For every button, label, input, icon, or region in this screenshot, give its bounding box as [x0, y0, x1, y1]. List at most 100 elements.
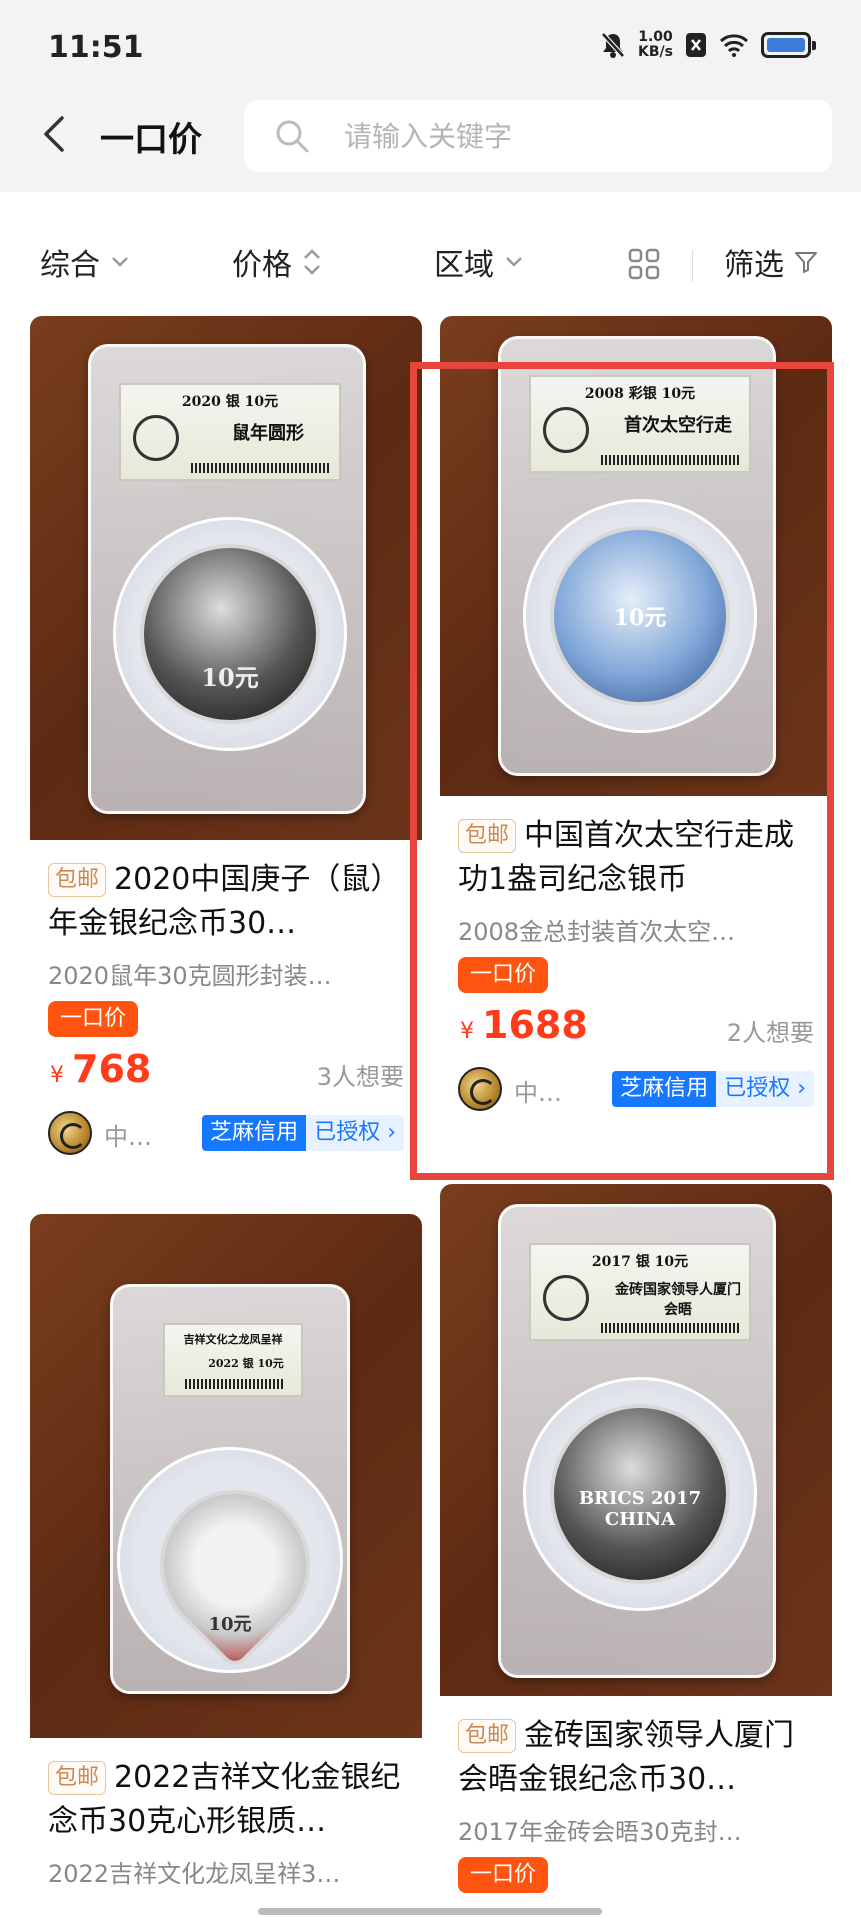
grid-view-icon[interactable] — [628, 248, 660, 280]
coin-face: 10元 — [140, 544, 320, 724]
card-body: 包邮 2022吉祥文化金银纪念币30克心形银质… 2022吉祥文化龙凤呈祥3… — [30, 1738, 422, 1889]
currency-symbol: ¥ — [50, 1063, 64, 1088]
coin-slab: 2017 银 10元 金砖国家领导人厦门会晤 BRICS 2017 CHINA — [498, 1204, 776, 1678]
chevron-down-icon — [506, 257, 522, 267]
coin-slab: 吉祥文化之龙凤呈祥 2022 银 10元 10元 — [110, 1284, 350, 1694]
fixed-price-tag: 一口价 — [458, 1857, 549, 1893]
slab-year-line: 2020 银 10元 — [181, 394, 279, 410]
slab-barcode — [601, 455, 741, 465]
coin-face — [128, 1458, 342, 1672]
filter-button[interactable]: 筛选 — [724, 240, 818, 284]
slab-name: 2022 银 10元 — [208, 1357, 284, 1370]
price-row: ¥ 1688 2人想要 — [458, 1003, 814, 1053]
coin-face: BRICS 2017 CHINA — [550, 1404, 730, 1584]
product-card[interactable]: 2020 银 10元 鼠年圆形 10元 包邮 2020中国庚子（鼠）年金银纪念币3… — [30, 316, 422, 1157]
credit-badge[interactable]: 芝麻信用 已授权 › — [202, 1115, 404, 1151]
free-shipping-tag: 包邮 — [48, 863, 107, 897]
product-card[interactable]: 2008 彩银 10元 首次太空行走 10元 包邮 中国首次太空行走成功1盎司纪念… — [440, 316, 832, 1113]
wifi-icon — [719, 34, 749, 57]
price-value: 768 — [72, 1047, 152, 1091]
slab-name: 首次太空行走 — [624, 415, 732, 436]
search-input[interactable] — [344, 114, 804, 158]
coin-slab: 2008 彩银 10元 首次太空行走 10元 — [498, 336, 776, 776]
coin-face: 10元 — [550, 526, 730, 706]
seller-row: 中… 芝麻信用 已授权 › — [458, 1065, 814, 1113]
fixed-price-tag: 一口价 — [48, 1001, 139, 1037]
product-title: 包邮 金砖国家领导人厦门会晤金银纪念币30… — [458, 1714, 814, 1802]
funnel-icon — [795, 252, 817, 273]
chevron-down-icon — [112, 257, 128, 267]
slab-logo — [543, 1275, 589, 1321]
coin-denomination: 10元 — [613, 605, 667, 631]
product-title: 包邮 2020中国庚子（鼠）年金银纪念币30… — [48, 858, 404, 946]
price-sort-label: 价格 — [232, 248, 292, 283]
coin-holder: 10元 — [113, 517, 347, 751]
card-body: 包邮 2020中国庚子（鼠）年金银纪念币30… 2020鼠年30克圆形封装… 一口… — [30, 840, 422, 1157]
coin-denomination: 10元 — [208, 1614, 252, 1635]
slab-label: 吉祥文化之龙凤呈祥 2022 银 10元 — [163, 1323, 303, 1397]
slab-year-line: 吉祥文化之龙凤呈祥 — [183, 1333, 283, 1346]
credit-status: 已授权 › — [716, 1071, 814, 1107]
speed-unit: KB/s — [638, 44, 673, 60]
price-sort[interactable]: 价格 — [232, 240, 322, 284]
avatar[interactable] — [48, 1111, 92, 1155]
region-dropdown[interactable]: 区域 — [434, 240, 524, 284]
slab-label: 2017 银 10元 金砖国家领导人厦门会晤 — [529, 1243, 751, 1341]
network-speed: 1.00 KB/s — [638, 30, 673, 60]
page-title: 一口价 — [100, 120, 202, 160]
currency-symbol: ¥ — [460, 1019, 474, 1044]
back-arrow-icon[interactable] — [36, 114, 76, 154]
seller-name[interactable]: 中… — [514, 1073, 562, 1108]
search-icon — [276, 120, 309, 153]
region-label: 区域 — [434, 248, 494, 283]
seller-name[interactable]: 中… — [104, 1117, 152, 1152]
card-body: 包邮 金砖国家领导人厦门会晤金银纪念币30… 2017年金砖会晤30克封… 一口价 — [440, 1696, 832, 1893]
coin-denomination: 10元 — [201, 663, 259, 692]
home-indicator[interactable] — [258, 1908, 602, 1915]
product-card[interactable]: 吉祥文化之龙凤呈祥 2022 银 10元 10元 包邮 2022吉祥文化金银纪念币… — [30, 1214, 422, 1889]
slab-label: 2020 银 10元 鼠年圆形 — [119, 383, 341, 481]
seller-row: 中… 芝麻信用 已授权 › — [48, 1109, 404, 1157]
free-shipping-tag: 包邮 — [458, 1719, 517, 1753]
slab-label: 2008 彩银 10元 首次太空行走 — [529, 375, 751, 473]
slab-name: 鼠年圆形 — [232, 423, 304, 444]
sort-label: 综合 — [40, 248, 100, 283]
price-value: 1688 — [482, 1003, 588, 1047]
filter-divider — [692, 250, 693, 282]
coin-denomination: BRICS 2017 CHINA — [578, 1488, 702, 1530]
product-image[interactable]: 吉祥文化之龙凤呈祥 2022 银 10元 10元 — [30, 1214, 422, 1738]
slab-logo — [133, 415, 179, 461]
product-image[interactable]: 2008 彩银 10元 首次太空行走 10元 — [440, 316, 832, 796]
wants-count: 2人想要 — [726, 1019, 814, 1047]
top-header: 一口价 — [0, 100, 861, 192]
product-subtitle: 2020鼠年30克圆形封装… — [48, 962, 332, 990]
filter-label: 筛选 — [724, 248, 784, 283]
status-time: 11:51 — [48, 30, 144, 65]
coin-holder: 10元 — [117, 1447, 343, 1673]
slab-name: 金砖国家领导人厦门会晤 — [615, 1282, 741, 1318]
product-subtitle: 2022吉祥文化龙凤呈祥3… — [48, 1860, 341, 1888]
wants-count: 3人想要 — [316, 1063, 404, 1091]
credit-badge[interactable]: 芝麻信用 已授权 › — [612, 1071, 814, 1107]
filter-bar: 综合 价格 区域 筛选 — [0, 230, 861, 300]
slab-barcode — [185, 1379, 285, 1389]
slab-year-line: 2017 银 10元 — [591, 1254, 689, 1270]
coin-holder: 10元 — [523, 499, 757, 733]
credit-name: 芝麻信用 — [202, 1115, 307, 1151]
card-body: 包邮 中国首次太空行走成功1盎司纪念银币 2008金总封装首次太空… 一口价 ¥ … — [440, 796, 832, 1113]
fixed-price-tag: 一口价 — [458, 957, 549, 993]
product-card[interactable]: 2017 银 10元 金砖国家领导人厦门会晤 BRICS 2017 CHINA … — [440, 1184, 832, 1893]
mute-bell-icon — [601, 32, 625, 58]
avatar[interactable] — [458, 1067, 502, 1111]
sim-off-icon — [686, 33, 706, 57]
product-subtitle: 2008金总封装首次太空… — [458, 918, 736, 946]
credit-status: 已授权 › — [306, 1115, 404, 1151]
status-bar: 11:51 1.00 KB/s — [0, 0, 861, 100]
slab-logo — [543, 407, 589, 453]
sort-dropdown[interactable]: 综合 — [40, 240, 130, 284]
coin-slab: 2020 银 10元 鼠年圆形 10元 — [88, 344, 366, 814]
search-box[interactable] — [244, 100, 832, 172]
product-image[interactable]: 2020 银 10元 鼠年圆形 10元 — [30, 316, 422, 840]
product-image[interactable]: 2017 银 10元 金砖国家领导人厦门会晤 BRICS 2017 CHINA — [440, 1184, 832, 1696]
speed-value: 1.00 — [638, 29, 673, 45]
